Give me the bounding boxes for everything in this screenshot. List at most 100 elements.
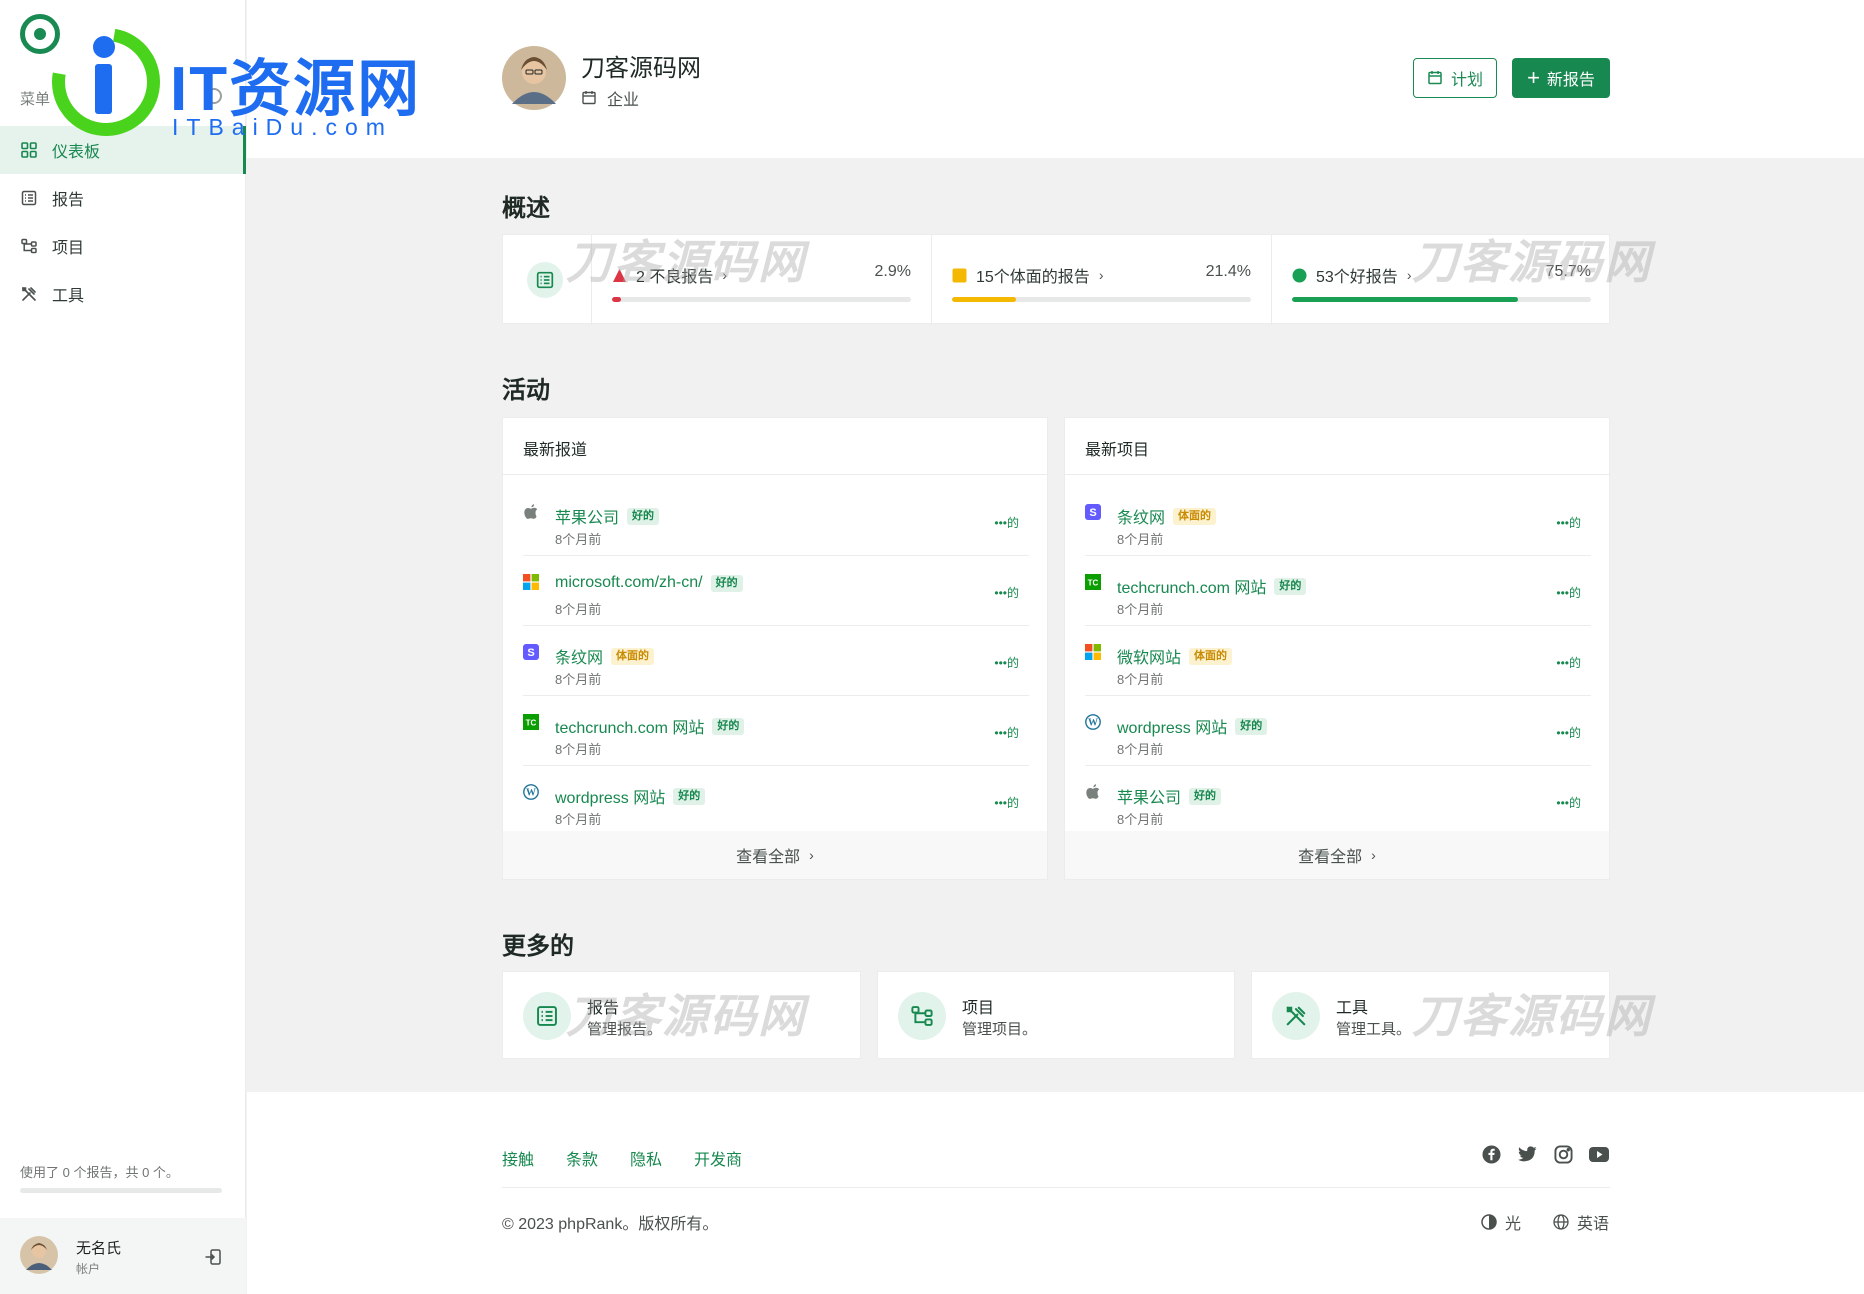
theme-toggle[interactable]: 光: [1481, 1210, 1521, 1234]
row-options-menu[interactable]: •••的: [994, 514, 1019, 531]
stripe-icon: S: [1085, 504, 1101, 520]
row-options-menu[interactable]: •••的: [1556, 794, 1581, 811]
footer-link-developers[interactable]: 开发商: [694, 1146, 742, 1170]
facebook-icon[interactable]: [1481, 1144, 1501, 1164]
list-item-time: 8个月前: [555, 672, 602, 687]
apple-icon: [523, 504, 539, 520]
row-options-menu[interactable]: •••的: [1556, 514, 1581, 531]
view-all-reports-link[interactable]: 查看全部 ›: [503, 831, 1047, 879]
list-item-name[interactable]: microsoft.com/zh-cn/好的: [555, 574, 743, 592]
status-badge: 好的: [1235, 717, 1268, 735]
globe-icon: [1553, 1214, 1569, 1230]
sidebar-nav: 仪表板 报告 项目 工具: [0, 126, 246, 318]
watermark-text: 刀客源码网: [566, 990, 806, 1042]
list-item-name[interactable]: 苹果公司 好的: [1117, 784, 1222, 808]
list-item-name[interactable]: techcrunch.com 网站 好的: [555, 714, 745, 738]
list-item[interactable]: TC techcrunch.com 网站 好的 8个月前 •••的: [523, 696, 1029, 766]
more-card-title: 项目: [962, 1000, 995, 1017]
list-item[interactable]: TC techcrunch.com 网站 好的 8个月前 •••的: [1085, 556, 1591, 626]
list-item-time: 8个月前: [555, 532, 602, 547]
list-item-name[interactable]: 条纹网 体面的: [555, 644, 655, 668]
overview-title: 概述: [502, 195, 550, 222]
list-item[interactable]: 苹果公司 好的 8个月前 •••的: [1085, 766, 1591, 836]
status-badge: 好的: [1274, 577, 1307, 595]
sidebar-item-projects[interactable]: 项目: [0, 222, 246, 270]
svg-text:W: W: [1088, 718, 1098, 729]
list-icon: [523, 992, 571, 1040]
new-report-button-label: 新报告: [1546, 72, 1595, 89]
plan-button[interactable]: 计划: [1413, 58, 1497, 98]
sidebar: 菜单 仪表板 报告 项目 工具 使用了 0 个报告，共 0 个。 无名氏 帐户: [0, 0, 246, 1294]
footer-link-contact[interactable]: 接触: [502, 1146, 534, 1170]
list-icon: [527, 262, 563, 298]
project-tree-icon: [20, 237, 38, 255]
list-item-name[interactable]: 苹果公司 好的: [555, 504, 660, 528]
watermark-logo-dot: [93, 36, 115, 58]
list-item-name[interactable]: wordpress 网站 好的: [1117, 714, 1268, 738]
list-item-name[interactable]: wordpress 网站 好的: [555, 784, 706, 808]
stat-decent-reports[interactable]: 15个体面的报告 › 21.4%: [931, 235, 1271, 325]
sidebar-item-reports[interactable]: 报告: [0, 174, 246, 222]
list-item[interactable]: S 条纹网 体面的 8个月前 •••的: [523, 626, 1029, 696]
grid-icon: [20, 141, 38, 159]
list-item-name-text: techcrunch.com 网站: [1117, 580, 1267, 597]
latest-projects-title: 最新项目: [1065, 418, 1609, 475]
list-item-time: 8个月前: [1117, 602, 1164, 617]
user-name: 无名氏: [76, 1240, 122, 1257]
org-type: 企业: [581, 86, 639, 110]
stat-progress-fill: [952, 297, 1016, 302]
view-all-label: 查看全部: [736, 849, 801, 866]
status-badge: 体面的: [611, 647, 655, 665]
apple-icon: [1085, 784, 1101, 800]
list-item[interactable]: Wwordpress 网站 好的 8个月前 •••的: [1085, 696, 1591, 766]
list-item-time: 8个月前: [555, 812, 602, 827]
twitter-icon[interactable]: [1517, 1144, 1537, 1164]
list-icon: [20, 189, 38, 207]
list-item-time: 8个月前: [1117, 812, 1164, 827]
microsoft-icon: [523, 574, 539, 590]
row-options-menu[interactable]: •••的: [1556, 584, 1581, 601]
view-all-projects-link[interactable]: 查看全部 ›: [1065, 831, 1609, 879]
list-item-name[interactable]: techcrunch.com 网站 好的: [1117, 574, 1307, 598]
row-options-menu[interactable]: •••的: [994, 794, 1019, 811]
stat-progress-track: [952, 297, 1251, 302]
status-badge: 好的: [1189, 787, 1222, 805]
user-role: 帐户: [76, 1262, 101, 1276]
watermark-text: 刀客源码网: [566, 236, 806, 288]
account-menu[interactable]: 无名氏 帐户: [0, 1218, 246, 1294]
language-selector[interactable]: 英语: [1553, 1210, 1609, 1234]
list-item[interactable]: microsoft.com/zh-cn/好的 8个月前 •••的: [523, 556, 1029, 626]
sidebar-item-tools[interactable]: 工具: [0, 270, 246, 318]
list-item[interactable]: S 条纹网 体面的 8个月前 •••的: [1085, 486, 1591, 556]
stat-label: 15个体面的报告 ›: [952, 263, 1103, 287]
square-marker-icon: [952, 268, 967, 282]
stat-progress-track: [612, 297, 911, 302]
row-options-menu[interactable]: •••的: [994, 584, 1019, 601]
app-logo[interactable]: [20, 14, 60, 54]
stat-progress-track: [1292, 297, 1591, 302]
sidebar-item-label: 工具: [52, 288, 85, 305]
logout-icon[interactable]: [204, 1248, 222, 1266]
footer-link-privacy[interactable]: 隐私: [630, 1146, 662, 1170]
row-options-menu[interactable]: •••的: [994, 724, 1019, 741]
footer-link-terms[interactable]: 条款: [566, 1146, 598, 1170]
row-options-menu[interactable]: •••的: [994, 654, 1019, 671]
list-item[interactable]: Wwordpress 网站 好的 8个月前 •••的: [523, 766, 1029, 836]
list-item[interactable]: 微软网站 体面的 8个月前 •••的: [1085, 626, 1591, 696]
row-options-menu[interactable]: •••的: [1556, 654, 1581, 671]
youtube-icon[interactable]: [1589, 1144, 1609, 1164]
copyright: © 2023 phpRank。版权所有。: [502, 1216, 719, 1233]
watermark-text: 刀客源码网: [1412, 990, 1652, 1042]
list-item-name[interactable]: 微软网站 体面的: [1117, 644, 1233, 668]
tools-icon: [20, 285, 38, 303]
list-item-name-text: techcrunch.com 网站: [555, 720, 705, 737]
list-item-name[interactable]: 条纹网 体面的: [1117, 504, 1217, 528]
list-item-name-text: wordpress 网站: [1117, 720, 1228, 737]
list-item-time: 8个月前: [1117, 742, 1164, 757]
new-report-button[interactable]: + 新报告: [1512, 58, 1610, 98]
status-badge: 体面的: [1173, 507, 1217, 525]
instagram-icon[interactable]: [1553, 1144, 1573, 1164]
row-options-menu[interactable]: •••的: [1556, 724, 1581, 741]
more-card-projects[interactable]: 项目 管理项目。: [877, 971, 1235, 1059]
list-item[interactable]: 苹果公司 好的 8个月前 •••的: [523, 486, 1029, 556]
